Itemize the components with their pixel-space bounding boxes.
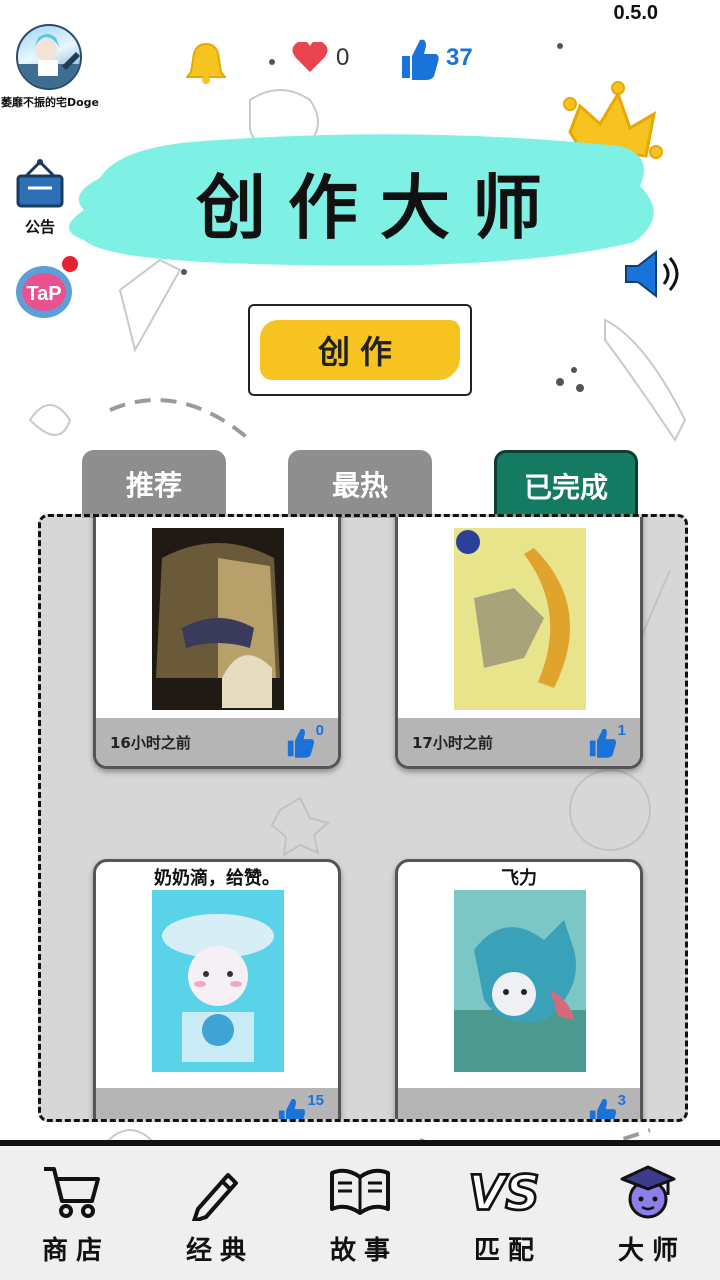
artwork-card[interactable]: 17小时之前 1 <box>395 517 643 769</box>
tab-hottest[interactable]: 最热 <box>288 450 432 518</box>
likes-stat: 37 <box>398 36 473 80</box>
hearts-stat: 0 <box>292 42 349 74</box>
thumbs-up-icon <box>589 728 616 758</box>
tab-recommended[interactable]: 推荐 <box>82 450 226 518</box>
notice-board-icon <box>16 159 64 208</box>
bell-icon <box>186 42 226 84</box>
title-banner: 创作大师 <box>96 132 646 272</box>
nav-item-shop[interactable]: 商店 <box>0 1146 144 1280</box>
create-button-label: 创作 <box>317 333 402 371</box>
username: 萎靡不振的宅Doge <box>0 96 100 109</box>
artwork-grid[interactable]: 16小时之前 0 17小时之前 1 奶奶滴，给赞。 15 飞力 3 <box>38 514 688 1122</box>
nav-item-match[interactable]: VS 匹配 <box>432 1146 576 1280</box>
create-button[interactable]: 创作 <box>248 304 472 396</box>
page-title: 创作大师 <box>196 165 564 249</box>
artwork-card[interactable]: 16小时之前 0 <box>93 517 341 769</box>
card-like-count: 1 <box>617 722 626 739</box>
cart-icon <box>37 1158 107 1224</box>
likes-count: 37 <box>446 44 473 71</box>
version-label: 0.5.0 <box>613 2 658 24</box>
card-like-button[interactable]: 0 <box>285 722 324 758</box>
vs-icon: VS <box>469 1158 539 1224</box>
card-artwork-image <box>152 890 284 1072</box>
book-icon <box>325 1158 395 1224</box>
bottom-nav: 商店 经典 故事 VS 匹配 大师 <box>0 1146 720 1280</box>
thumbs-up-icon <box>279 1098 306 1119</box>
card-footer: 16小时之前 0 <box>96 718 338 766</box>
card-like-count: 15 <box>307 1092 324 1109</box>
card-caption: 奶奶滴，给赞。 <box>154 868 280 889</box>
artwork-card[interactable]: 飞力 3 <box>395 859 643 1119</box>
card-like-button[interactable]: 15 <box>276 1092 324 1119</box>
svg-text:TaP: TaP <box>26 283 61 305</box>
svg-text:VS: VS <box>469 1166 539 1221</box>
nav-item-classic[interactable]: 经典 <box>144 1146 288 1280</box>
nav-label: 经典 <box>185 1236 254 1266</box>
heart-icon <box>292 42 328 72</box>
graduate-icon <box>613 1158 683 1224</box>
card-time: 16小时之前 <box>110 733 191 752</box>
notice-label: 公告 <box>24 218 55 236</box>
thumbs-up-icon <box>402 39 439 80</box>
card-caption: 飞力 <box>501 868 537 889</box>
nav-label: 大师 <box>617 1236 686 1266</box>
card-artwork-image <box>454 890 586 1072</box>
artwork-card[interactable]: 奶奶滴，给赞。 15 <box>93 859 341 1119</box>
bell-button[interactable] <box>186 40 226 84</box>
tap-logo-icon: TaP <box>16 256 78 318</box>
hearts-count: 0 <box>336 44 350 71</box>
tap-button[interactable]: TaP <box>14 256 80 322</box>
card-like-count: 0 <box>315 722 324 739</box>
card-footer: 15 <box>96 1088 338 1119</box>
nav-label: 匹配 <box>473 1236 542 1266</box>
nav-item-story[interactable]: 故事 <box>288 1146 432 1280</box>
card-footer: 3 <box>398 1088 640 1119</box>
card-artwork-image <box>454 528 586 710</box>
card-like-button[interactable]: 1 <box>587 722 626 758</box>
card-time: 17小时之前 <box>412 733 493 752</box>
tab-completed[interactable]: 已完成 <box>494 450 638 518</box>
avatar[interactable] <box>16 24 82 90</box>
notice-button[interactable]: 公告 <box>14 158 66 237</box>
pencil-icon <box>181 1158 251 1224</box>
nav-item-master[interactable]: 大师 <box>576 1146 720 1280</box>
card-like-count: 3 <box>617 1092 626 1109</box>
nav-label: 商店 <box>41 1236 110 1266</box>
thumbs-up-icon <box>287 728 314 758</box>
avatar-image <box>18 34 80 88</box>
card-footer: 17小时之前 1 <box>398 718 640 766</box>
nav-label: 故事 <box>329 1236 398 1266</box>
card-like-button[interactable]: 3 <box>587 1092 626 1119</box>
card-artwork-image <box>152 528 284 710</box>
thumbs-up-icon <box>589 1098 616 1119</box>
